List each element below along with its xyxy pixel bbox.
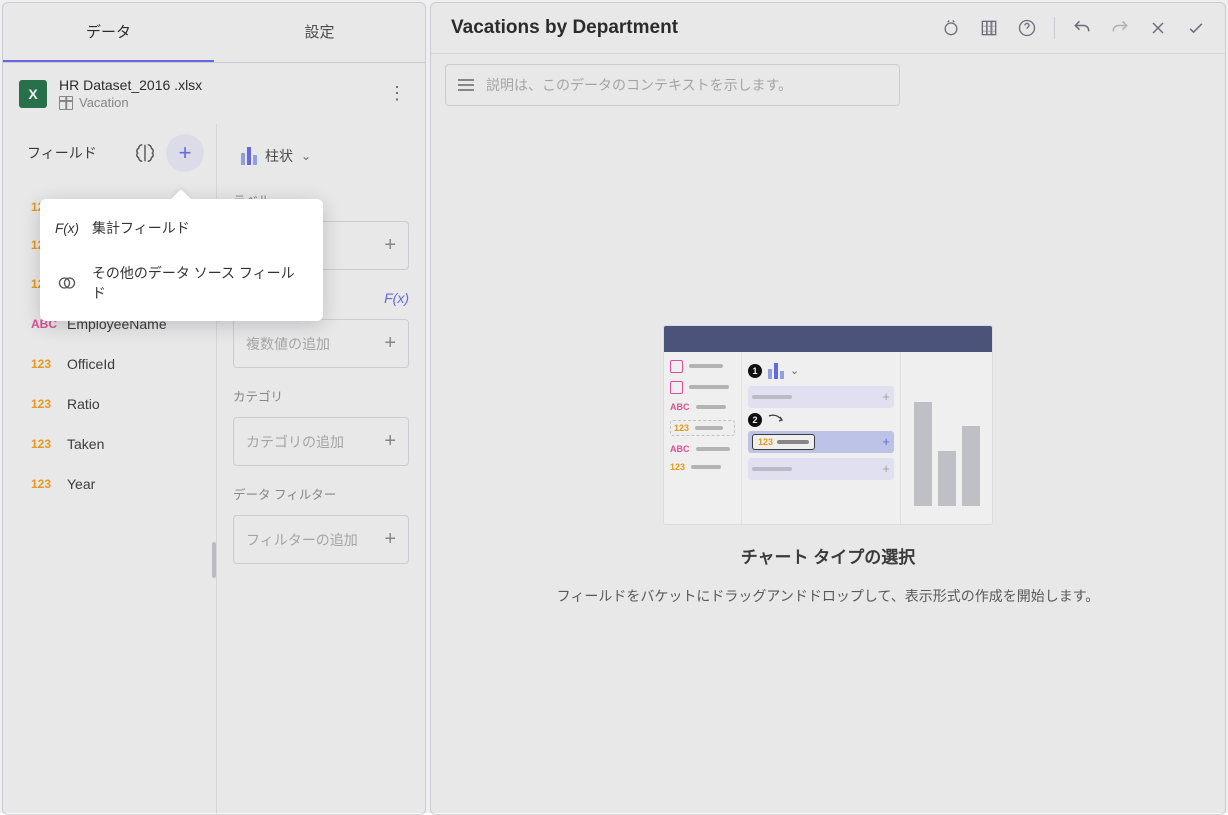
table-icon <box>59 96 73 110</box>
viz-header: Vacations by Department <box>431 3 1225 54</box>
fields-title: フィールド <box>27 143 124 163</box>
brain-icon[interactable] <box>134 142 156 164</box>
left-panel: データ 設定 X HR Dataset_2016 .xlsx Vacation … <box>2 2 426 815</box>
viz-title[interactable]: Vacations by Department <box>445 11 928 45</box>
number-type-icon: 123 <box>31 437 57 451</box>
sheet-name: Vacation <box>79 95 129 110</box>
number-type-icon: 123 <box>31 477 57 491</box>
tab-settings[interactable]: 設定 <box>214 3 425 62</box>
number-type-icon: 123 <box>31 397 57 411</box>
empty-state-subtitle: フィールドをバケットにドラッグアンドドロップして、表示形式の作成を開始します。 <box>557 586 1100 606</box>
empty-illustration: ABC 123 ABC 123 1 ⌄ + 2 <box>663 325 993 525</box>
description-input[interactable]: 説明は、このデータのコンテキストを示します。 <box>445 64 900 106</box>
number-type-icon: 123 <box>31 357 57 371</box>
menu-calculated-field[interactable]: F(x) 集計フィールド <box>40 205 323 251</box>
field-item[interactable]: 123 Taken <box>3 424 216 464</box>
visualization-panel: Vacations by Department 説明は、このデータのコンテキスト… <box>430 2 1226 815</box>
left-tabs: データ 設定 <box>3 3 425 63</box>
field-name: Ratio <box>67 396 100 412</box>
description-icon <box>458 79 474 91</box>
bucket-category-title: カテゴリ <box>233 386 409 405</box>
confirm-button[interactable] <box>1181 13 1211 43</box>
field-name: OfficeId <box>67 356 115 372</box>
field-item[interactable]: 123 Ratio <box>3 384 216 424</box>
scrollbar-thumb[interactable] <box>212 542 216 578</box>
field-name: Year <box>67 476 95 492</box>
chart-type-selector[interactable]: 柱状 ⌄ <box>233 140 409 172</box>
redo-button[interactable] <box>1105 13 1135 43</box>
fx-icon: F(x) <box>56 217 78 239</box>
plus-icon[interactable]: + <box>384 430 396 453</box>
category-dropzone[interactable]: カテゴリの追加 + <box>233 417 409 466</box>
plus-icon[interactable]: + <box>384 528 396 551</box>
datasource-menu-button[interactable]: ⋮ <box>385 83 409 104</box>
field-name: Taken <box>67 436 104 452</box>
plus-icon[interactable]: + <box>384 234 396 257</box>
chevron-down-icon: ⌄ <box>301 149 311 163</box>
excel-icon: X <box>19 80 47 108</box>
fx-button[interactable]: F(x) <box>384 290 409 306</box>
bar-chart-icon <box>241 147 257 165</box>
datasource-row[interactable]: X HR Dataset_2016 .xlsx Vacation ⋮ <box>3 63 425 124</box>
undo-button[interactable] <box>1067 13 1097 43</box>
help-icon[interactable] <box>1012 13 1042 43</box>
join-icon <box>56 272 78 294</box>
menu-other-datasource-field[interactable]: その他のデータ ソース フィールド <box>40 251 323 315</box>
empty-state-title: チャート タイプの選択 <box>741 543 916 568</box>
viz-canvas: ABC 123 ABC 123 1 ⌄ + 2 <box>431 116 1225 814</box>
filter-dropzone[interactable]: フィルターの追加 + <box>233 515 409 564</box>
plus-icon[interactable]: + <box>384 332 396 355</box>
tab-data[interactable]: データ <box>3 3 214 62</box>
add-field-button[interactable]: + <box>166 134 204 172</box>
explore-icon[interactable] <box>936 13 966 43</box>
bucket-filter-title: データ フィルター <box>233 484 409 503</box>
field-item[interactable]: 123 OfficeId <box>3 344 216 384</box>
file-name: HR Dataset_2016 .xlsx <box>59 77 373 93</box>
grid-icon[interactable] <box>974 13 1004 43</box>
value-dropzone[interactable]: 複数値の追加 + <box>233 319 409 368</box>
field-item[interactable]: 123 Year <box>3 464 216 504</box>
close-button[interactable] <box>1143 13 1173 43</box>
add-field-popover: F(x) 集計フィールド その他のデータ ソース フィールド <box>40 199 323 321</box>
